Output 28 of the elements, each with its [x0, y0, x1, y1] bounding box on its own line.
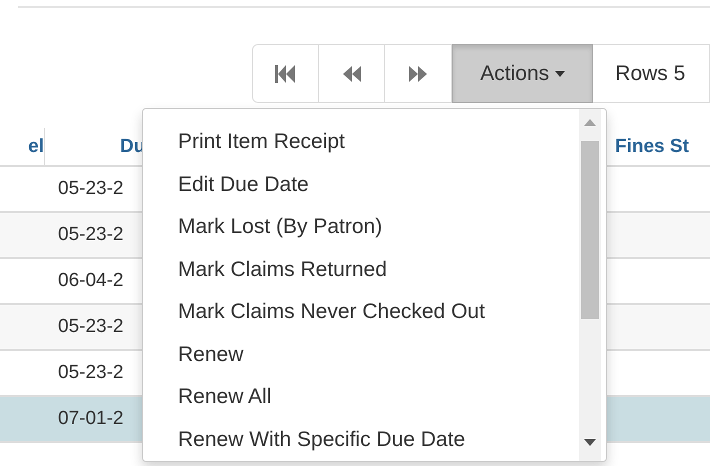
- scroll-thumb[interactable]: [581, 141, 599, 319]
- menu-item[interactable]: Edit Due Date: [143, 164, 579, 206]
- actions-button[interactable]: Actions: [452, 44, 594, 103]
- column-header[interactable]: el: [0, 128, 45, 165]
- fast-forward-icon: [409, 66, 428, 82]
- menu-item[interactable]: Renew: [143, 334, 579, 376]
- table-cell: 05-23-2: [58, 178, 124, 200]
- column-header[interactable]: Fines St: [605, 128, 710, 165]
- menu-item[interactable]: Renew With Specific Due Date: [143, 418, 579, 461]
- table-cell: 05-23-2: [58, 316, 124, 338]
- menu-item[interactable]: Mark Claims Never Checked Out: [143, 291, 579, 334]
- menu-item[interactable]: Renew All: [143, 376, 579, 418]
- scroll-down-icon[interactable]: [584, 439, 596, 446]
- table-cell: 07-01-2: [58, 408, 124, 430]
- scrollbar[interactable]: [579, 109, 601, 461]
- next-page-button[interactable]: [385, 44, 452, 103]
- menu-item[interactable]: Print Item Receipt: [143, 121, 579, 164]
- menu-item[interactable]: Mark Claims Returned: [143, 248, 579, 291]
- caret-icon: [555, 70, 566, 76]
- first-page-icon: [275, 64, 296, 82]
- rewind-icon: [342, 66, 361, 82]
- table-cell: 05-23-2: [58, 224, 124, 246]
- rows-button[interactable]: Rows 5: [593, 44, 710, 103]
- menu-item[interactable]: Mark Lost (By Patron): [143, 206, 579, 248]
- first-page-button[interactable]: [252, 44, 319, 103]
- table-cell: 05-23-2: [58, 362, 124, 384]
- table-cell: 06-04-2: [58, 270, 124, 292]
- previous-page-button[interactable]: [318, 44, 386, 103]
